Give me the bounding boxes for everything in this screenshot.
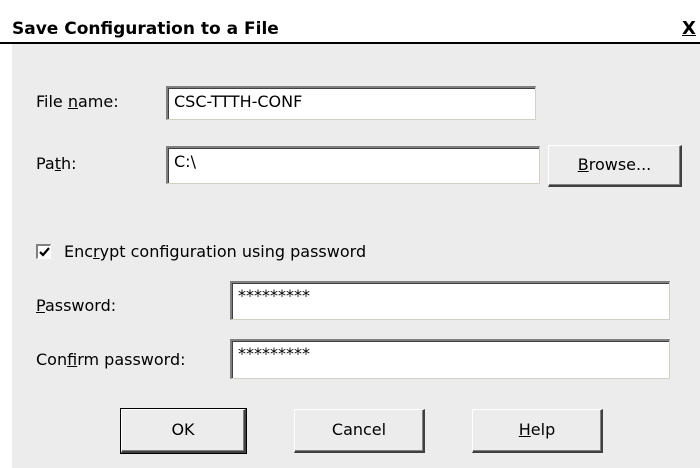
encrypt-checkbox[interactable]: [36, 244, 51, 259]
password-label: Password:: [36, 296, 116, 315]
file-name-label-post: ame:: [78, 92, 119, 111]
cancel-button[interactable]: Cancel: [294, 409, 425, 453]
browse-button[interactable]: Browse...: [548, 145, 682, 187]
help-label-post: elp: [530, 420, 556, 439]
password-label-accel: P: [36, 296, 45, 315]
checkmark-icon: [39, 247, 50, 257]
encrypt-label-post: ypt configuration using password: [99, 242, 367, 261]
ok-button[interactable]: OK: [120, 408, 247, 454]
path-label-pre: Pa: [36, 154, 55, 173]
path-input[interactable]: C:\: [166, 146, 540, 184]
password-label-post: assword:: [44, 296, 117, 315]
confirm-password-label-post: irm password:: [77, 350, 186, 369]
encrypt-label[interactable]: Encrypt configuration using password: [64, 242, 366, 261]
confirm-password-label: Confirm password:: [36, 350, 186, 369]
file-name-label: File name:: [36, 92, 119, 111]
confirm-password-label-accel: f: [67, 350, 78, 369]
file-name-input[interactable]: CSC-TTTH-CONF: [166, 86, 536, 120]
encrypt-label-pre: Enc: [64, 242, 94, 261]
file-name-label-pre: File: [36, 92, 68, 111]
close-icon: X: [682, 18, 696, 39]
help-button[interactable]: Help: [472, 409, 603, 453]
password-input[interactable]: *********: [230, 281, 670, 320]
path-label-post: h:: [61, 154, 77, 173]
browse-accel: B: [577, 155, 589, 174]
browse-label-post: rowse...: [588, 155, 652, 174]
confirm-password-label-pre: Con: [36, 350, 68, 369]
path-label: Path:: [36, 154, 77, 173]
encrypt-label-accel: r: [93, 242, 100, 261]
file-name-label-accel: n: [67, 92, 78, 111]
dialog-title: Save Configuration to a File: [12, 19, 279, 39]
window-edge: [0, 44, 12, 468]
help-accel: H: [518, 420, 531, 439]
close-button[interactable]: X: [678, 18, 700, 40]
title-bar: Save Configuration to a File X: [0, 0, 700, 44]
save-config-dialog: Save Configuration to a File X File name…: [0, 0, 700, 468]
confirm-password-input[interactable]: *********: [230, 339, 670, 379]
